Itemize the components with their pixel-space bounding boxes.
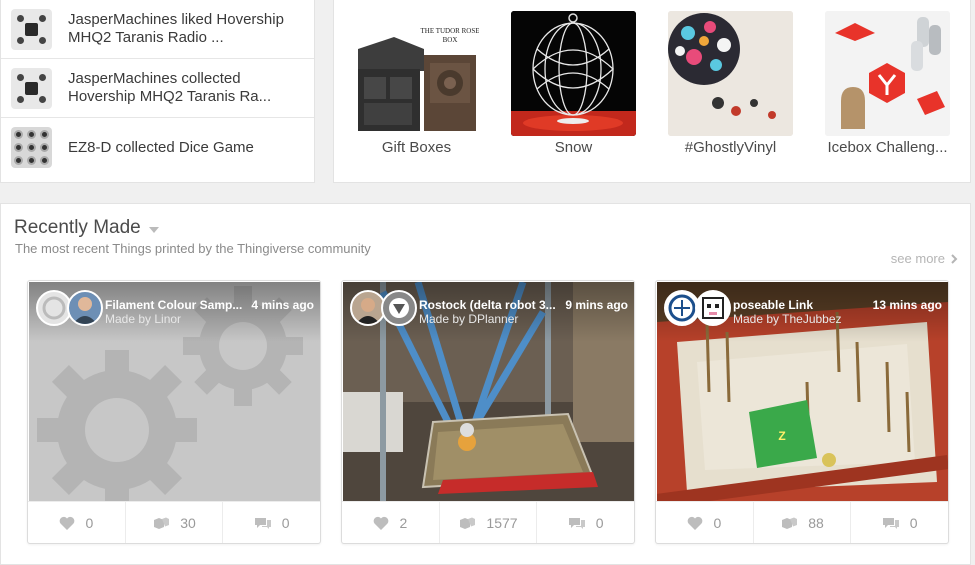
- collection-label[interactable]: Snow: [511, 139, 636, 156]
- made-card[interactable]: Rostock (delta robot 3... Made by DPlann…: [341, 280, 635, 544]
- comment-count: 0: [595, 514, 604, 531]
- section-subtitle: The most recent Things printed by the Th…: [15, 241, 371, 256]
- heart-icon: [60, 516, 75, 530]
- card-title[interactable]: poseable Link: [733, 298, 873, 312]
- cubes-icon: [154, 517, 170, 529]
- card-maker[interactable]: Made by DPlanner: [419, 312, 518, 326]
- drone-thumbnail[interactable]: [11, 67, 52, 109]
- comments-button[interactable]: 0: [851, 502, 948, 543]
- made-card[interactable]: Filament Colour Samp... Made by Linor 4 …: [27, 280, 321, 544]
- comment-icon: [882, 517, 899, 529]
- collection-image[interactable]: THE TUDOR ROSE BOX: [354, 11, 479, 136]
- collection-ghostly-vinyl[interactable]: #GhostlyVinyl: [668, 11, 793, 156]
- chevron-right-icon: [951, 253, 958, 264]
- card-stats: 2 1577 0: [342, 501, 634, 543]
- maker-avatars[interactable]: [36, 290, 103, 326]
- like-button[interactable]: 2: [342, 502, 440, 543]
- card-stats: 0 88 0: [656, 501, 948, 543]
- card-time: 4 mins ago: [251, 298, 314, 312]
- makes-count: 88: [808, 514, 824, 531]
- made-card[interactable]: Z poseable Link Made by TheJubbez 13 min…: [655, 280, 949, 544]
- card-image[interactable]: Z poseable Link Made by TheJubbez 13 min…: [657, 282, 948, 501]
- recently-made-section: Recently Made The most recent Things pri…: [0, 203, 971, 565]
- see-more-label[interactable]: see more: [891, 251, 945, 266]
- collection-icebox-challenge[interactable]: Icebox Challeng...: [825, 11, 950, 156]
- cubes-icon: [782, 517, 798, 529]
- makes-button[interactable]: 88: [754, 502, 852, 543]
- drone-thumbnail[interactable]: [11, 8, 52, 50]
- activity-feed: JasperMachines liked Hovership MHQ2 Tara…: [0, 0, 315, 183]
- comment-icon: [254, 517, 271, 529]
- activity-text[interactable]: JasperMachines collected Hovership MHQ2 …: [68, 70, 308, 106]
- thing-avatar[interactable]: [381, 290, 417, 326]
- dice-thumbnail[interactable]: [11, 127, 52, 168]
- activity-text[interactable]: EZ8-D collected Dice Game: [68, 139, 308, 157]
- card-maker[interactable]: Made by Linor: [105, 312, 181, 326]
- cubes-icon: [460, 517, 476, 529]
- gift-box-label: BOX: [443, 36, 458, 44]
- card-maker[interactable]: Made by TheJubbez: [733, 312, 842, 326]
- user-avatar[interactable]: [695, 290, 731, 326]
- svg-text:Z: Z: [778, 429, 785, 443]
- comment-count: 0: [281, 514, 290, 531]
- collection-label[interactable]: #GhostlyVinyl: [668, 139, 793, 156]
- makes-button[interactable]: 1577: [440, 502, 538, 543]
- collection-snow[interactable]: Snow: [511, 11, 636, 156]
- comments-button[interactable]: 0: [223, 502, 320, 543]
- activity-item[interactable]: JasperMachines collected Hovership MHQ2 …: [1, 59, 314, 118]
- activity-item[interactable]: JasperMachines liked Hovership MHQ2 Tara…: [1, 0, 314, 59]
- collection-label[interactable]: Icebox Challeng...: [825, 139, 950, 156]
- card-image[interactable]: Rostock (delta robot 3... Made by DPlann…: [343, 282, 634, 501]
- activity-text[interactable]: JasperMachines liked Hovership MHQ2 Tara…: [68, 11, 308, 47]
- like-button[interactable]: 0: [656, 502, 754, 543]
- card-stats: 0 30 0: [28, 501, 320, 543]
- makes-button[interactable]: 30: [126, 502, 224, 543]
- heart-icon: [374, 516, 389, 530]
- like-button[interactable]: 0: [28, 502, 126, 543]
- gift-box-label: THE TUDOR ROSE: [421, 27, 479, 35]
- featured-collections: THE TUDOR ROSE BOX Gift Boxes Snow #Ghos…: [333, 0, 971, 183]
- like-count: 0: [85, 514, 94, 531]
- collection-label[interactable]: Gift Boxes: [354, 139, 479, 156]
- comment-count: 0: [909, 514, 918, 531]
- like-count: 0: [713, 514, 722, 531]
- comment-icon: [568, 517, 585, 529]
- collection-image[interactable]: [668, 11, 793, 136]
- section-title-text[interactable]: Recently Made: [14, 217, 141, 239]
- collection-gift-boxes[interactable]: THE TUDOR ROSE BOX Gift Boxes: [354, 11, 479, 156]
- like-count: 2: [399, 514, 408, 531]
- maker-avatars[interactable]: [350, 290, 417, 326]
- collection-image[interactable]: [511, 11, 636, 136]
- user-avatar[interactable]: [67, 290, 103, 326]
- card-title[interactable]: Filament Colour Samp...: [105, 298, 245, 312]
- activity-item[interactable]: EZ8-D collected Dice Game: [1, 118, 314, 177]
- section-title[interactable]: Recently Made: [14, 217, 159, 239]
- collection-image[interactable]: [825, 11, 950, 136]
- makes-count: 30: [180, 514, 196, 531]
- see-more-link[interactable]: see more: [891, 251, 958, 266]
- card-time: 13 mins ago: [872, 298, 942, 312]
- card-image[interactable]: Filament Colour Samp... Made by Linor 4 …: [29, 282, 320, 501]
- comments-button[interactable]: 0: [537, 502, 634, 543]
- heart-icon: [688, 516, 703, 530]
- maker-avatars[interactable]: [664, 290, 731, 326]
- card-title[interactable]: Rostock (delta robot 3...: [419, 298, 559, 312]
- makes-count: 1577: [486, 514, 518, 531]
- chevron-down-icon[interactable]: [148, 226, 159, 233]
- card-time: 9 mins ago: [565, 298, 628, 312]
